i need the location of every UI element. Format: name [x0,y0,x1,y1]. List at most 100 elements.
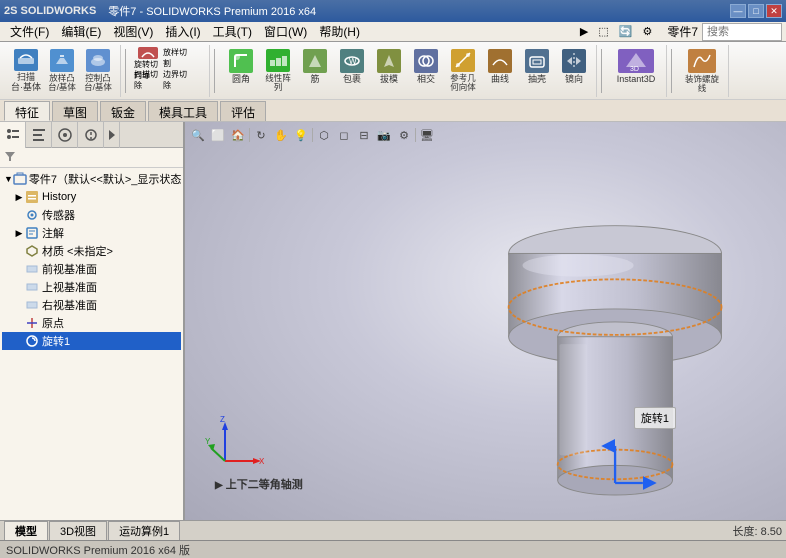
coordinate-axis: Z X Y [205,416,265,476]
feature-tab-tree[interactable] [0,122,26,148]
linear-array-button[interactable]: 线性阵列 [260,47,296,95]
tree-item-history[interactable]: ▶ History [2,188,181,206]
top-plane-icon [24,279,40,295]
menu-tools[interactable]: 工具(T) [207,22,258,41]
toolbar-icon-3[interactable]: 🔄 [616,24,636,39]
intersect-button[interactable]: 相交 [408,47,444,95]
bottom-tabs: 模型 3D视图 运动算例1 [4,521,181,540]
toolbar-group-scan: 扫描台·基体 放样凸台/基体 控制凸台/基体 [4,45,121,97]
linear-array-icon [266,49,290,72]
boundary-boss-button[interactable]: 控制凸台/基体 [80,47,116,95]
curve-button[interactable]: 曲线 [482,47,518,95]
revolve1-icon [24,333,40,349]
origin-label: 原点 [42,315,64,331]
tab-sketch[interactable]: 草图 [52,101,98,121]
shell-icon [525,49,549,73]
svg-text:X: X [259,457,265,466]
menu-window[interactable]: 窗口(W) [258,22,313,41]
scan-icon [14,49,38,71]
instant3d-icon: 3D [618,49,654,73]
shell-button[interactable]: 抽壳 [519,47,555,95]
toolbar-icon-2[interactable]: ⬚ [595,24,611,39]
feature-tab-markup[interactable] [78,122,104,148]
feature-tab-extra[interactable] [104,122,120,148]
svg-text:Y: Y [205,437,211,446]
menu-file[interactable]: 文件(F) [4,22,55,41]
tree-item-right-plane[interactable]: ▶ 右视基准面 [2,296,181,314]
tree-root[interactable]: ▼ 零件7（默认<<默认>_显示状态 1>） [2,170,181,188]
annotation-label: 注解 [42,225,64,241]
menu-help[interactable]: 帮助(H) [313,22,366,41]
svg-text:Z: Z [220,416,225,424]
main-toolbar: 扫描台·基体 放样凸台/基体 控制凸台/基体 旋转切向导 [0,42,786,100]
version-text: SOLIDWORKS Premium 2016 x64 版 [6,542,190,558]
history-icon [24,189,40,205]
close-button[interactable]: ✕ [766,4,782,18]
tree-item-annotation[interactable]: ▶ 注解 [2,224,181,242]
rib-button[interactable]: 筋 [297,47,333,95]
front-plane-icon [24,261,40,277]
scan-base-button[interactable]: 扫描台·基体 [8,47,44,95]
sep3 [601,49,602,93]
ref-geo-button[interactable]: 参考几何向体 [445,47,481,95]
feature-tree-panel: ▼ 零件7（默认<<默认>_显示状态 1>） ▶ History ▶ [0,122,185,520]
maximize-button[interactable]: □ [748,4,764,18]
tree-item-material[interactable]: ▶ 材质 <未指定> [2,242,181,260]
menu-view[interactable]: 视图(V) [107,22,159,41]
tree-item-front-plane[interactable]: ▶ 前视基准面 [2,260,181,278]
toolbar-group-shape: 圆角 线性阵列 筋 W 包裹 拔模 [219,45,597,97]
scan-cut-button[interactable]: 扫描切除 [134,69,162,91]
viewport[interactable]: 🔍 ⬜ 🏠 ↻ ✋ 💡 ⬡ ◻ ⊟ 📷 ⚙ 🖥 [185,122,786,520]
mirror-button[interactable]: 镜向 [556,47,592,95]
tree-item-origin[interactable]: ▶ 原点 [2,314,181,332]
menu-insert[interactable]: 插入(I) [159,22,206,41]
tab-sheetmetal[interactable]: 钣金 [100,101,146,121]
3d-model [185,122,786,520]
revolve-cut-button[interactable]: 旋转切向导 [134,47,162,69]
front-plane-label: 前视基准面 [42,261,97,277]
tree-item-top-plane[interactable]: ▶ 上视基准面 [2,278,181,296]
revolve1-label: 旋转1 [42,333,70,349]
svg-text:W: W [349,57,357,66]
tab-mold[interactable]: 模具工具 [148,101,218,121]
tree-item-revolve1[interactable]: ▶ 旋转1 [2,332,181,350]
tree-item-sensor[interactable]: ▶ 传感器 [2,206,181,224]
feature-tab-props[interactable] [26,122,52,148]
wrap-icon: W [340,49,364,73]
status-bar: 模型 3D视图 运动算例1 长度: 8.50 [0,520,786,540]
instant3d-button[interactable]: 3D Instant3D [610,47,662,95]
bottom-tab-3dview[interactable]: 3D视图 [49,521,107,540]
fillet-button[interactable]: 圆角 [223,47,259,95]
sep4 [671,49,672,93]
app-logo: 2S SOLIDWORKS [4,5,96,17]
toolbar-icon-1[interactable]: ▶ [577,24,591,39]
cut-row2: 扫描切除 边界切除 [134,69,191,91]
feature-tab-display[interactable] [52,122,78,148]
window-controls: — □ ✕ [730,4,782,18]
draft-button[interactable]: 拔模 [371,47,407,95]
search-input[interactable] [702,23,782,41]
model-label: 旋转1 [634,407,676,429]
feature-tab-bar [0,122,183,148]
top-plane-label: 上视基准面 [42,279,97,295]
view-label: ▶ 上下二等角轴测 [215,476,303,492]
sweep-cut-button[interactable]: 放样切割 [163,47,191,69]
menu-edit[interactable]: 编辑(E) [55,22,107,41]
boundary-cut-button[interactable]: 边界切除 [163,69,191,91]
minimize-button[interactable]: — [730,4,746,18]
ref-geo-icon [451,49,475,72]
bottom-tab-model[interactable]: 模型 [4,521,48,540]
svg-text:3D: 3D [630,66,639,73]
decor-helix-button[interactable]: 装饰螺旋线 [680,47,724,95]
tab-evaluate[interactable]: 评估 [220,101,266,121]
material-icon [24,243,40,259]
boundary-boss-icon [86,49,110,72]
intersect-icon [414,49,438,73]
toolbar-icon-4[interactable]: ⚙ [639,24,655,39]
loft-boss-button[interactable]: 放样凸台/基体 [44,47,80,95]
tab-features[interactable]: 特征 [4,101,50,121]
wrap-button[interactable]: W 包裹 [334,47,370,95]
mirror-icon [562,49,586,73]
bottom-tab-motion[interactable]: 运动算例1 [108,521,180,540]
history-label: History [42,191,76,203]
